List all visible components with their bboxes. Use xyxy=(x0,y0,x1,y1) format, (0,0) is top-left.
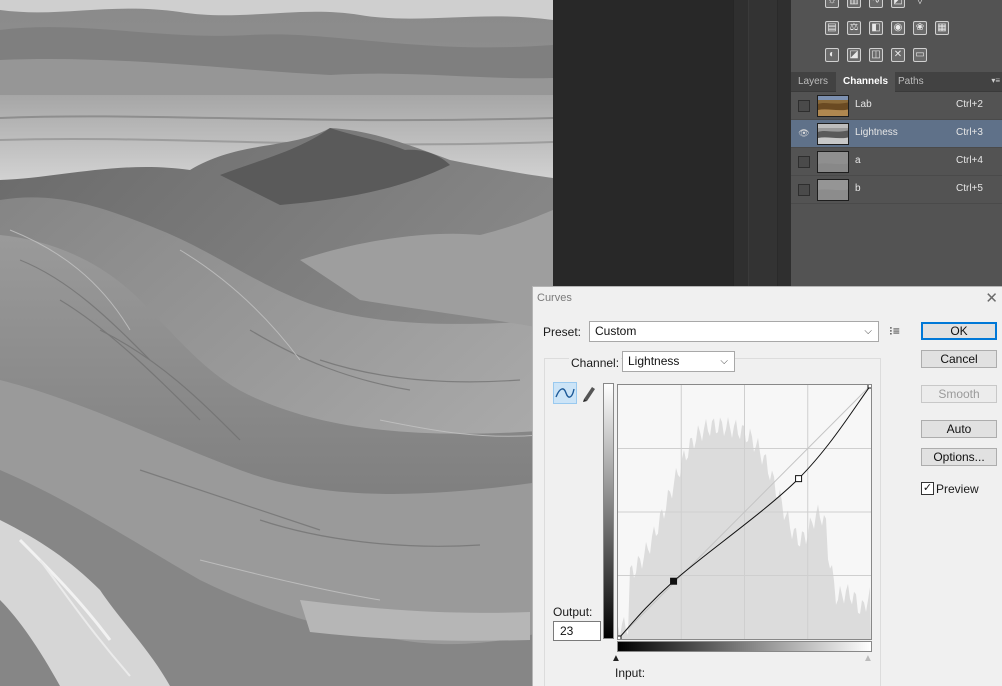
eye-icon[interactable]: 👁 xyxy=(798,128,810,140)
channel-shortcut: Ctrl+4 xyxy=(956,155,983,166)
pencil-icon[interactable] xyxy=(581,384,597,402)
curve-point-tool-icon[interactable] xyxy=(553,382,577,404)
channel-row-b[interactable]: b Ctrl+5 xyxy=(791,176,1002,204)
channel-shortcut: Ctrl+5 xyxy=(956,183,983,194)
channel-row-a[interactable]: a Ctrl+4 xyxy=(791,148,1002,176)
curve-point xyxy=(618,635,622,639)
output-gradient-bar xyxy=(603,383,614,639)
preset-select[interactable]: Custom ⌵ xyxy=(589,321,879,342)
channel-label: Channel: xyxy=(569,356,622,370)
vibrance-icon[interactable]: ▽ xyxy=(913,0,927,8)
threshold-icon[interactable]: ◫ xyxy=(869,48,883,62)
close-icon[interactable]: ✕ xyxy=(985,289,998,307)
output-value: 23 xyxy=(560,624,574,638)
preview-label: Preview xyxy=(936,482,979,496)
output-field[interactable]: 23 xyxy=(553,621,601,641)
smooth-button[interactable]: Smooth xyxy=(921,385,997,403)
cancel-button[interactable]: Cancel xyxy=(921,350,997,368)
panel-tabs: Layers Channels Paths ▾≡ xyxy=(791,72,1002,92)
options-button[interactable]: Options... xyxy=(921,448,997,466)
curve-point xyxy=(867,385,871,389)
color-balance-icon[interactable]: ⚖ xyxy=(847,21,861,35)
curves-graph-svg[interactable] xyxy=(618,385,871,639)
black-point-slider-icon[interactable]: ▲ xyxy=(611,653,621,664)
output-label: Output: xyxy=(553,605,593,619)
photoshop-workspace: ☼ ▥ ∿ ◩ ▽ ▤ ⚖ ◧ ◉ ❀ ▦ ◐ ◪ ◫ ✕ ▭ Layers C… xyxy=(0,0,1002,686)
posterize-icon[interactable]: ◪ xyxy=(847,48,861,62)
curve-point xyxy=(795,475,803,483)
input-gradient-bar xyxy=(617,641,872,652)
channel-row-lab[interactable]: Lab Ctrl+2 xyxy=(791,92,1002,120)
channel-shortcut: Ctrl+2 xyxy=(956,99,983,110)
visibility-toggle[interactable] xyxy=(798,184,810,196)
black-white-icon[interactable]: ◧ xyxy=(869,21,883,35)
dialog-title: Curves xyxy=(537,292,572,304)
visibility-toggle[interactable] xyxy=(798,156,810,168)
hue-saturation-icon[interactable]: ▤ xyxy=(825,21,839,35)
mountain-photo xyxy=(0,0,553,686)
levels-icon[interactable]: ▥ xyxy=(847,0,861,8)
channel-value: Lightness xyxy=(628,354,680,368)
curves-dialog: Curves ✕ Preset: Custom ⌵ ⁝≡ Channel: Li… xyxy=(532,286,1002,686)
channels-panel: Layers Channels Paths ▾≡ Lab Ctrl+2 👁 Li… xyxy=(791,72,1002,290)
preset-options-icon[interactable]: ⁝≡ xyxy=(889,324,900,338)
channel-thumbnail xyxy=(817,123,849,145)
preview-checkbox[interactable]: ✓ xyxy=(921,482,934,495)
preset-value: Custom xyxy=(595,324,637,338)
image-canvas[interactable] xyxy=(0,0,553,686)
curves-graph[interactable] xyxy=(617,384,872,640)
ok-button[interactable]: OK xyxy=(921,322,997,340)
channel-mixer-icon[interactable]: ❀ xyxy=(913,21,927,35)
tab-layers[interactable]: Layers xyxy=(791,72,835,92)
chevron-down-icon: ⌵ xyxy=(864,326,872,337)
panel-menu-icon[interactable]: ▾≡ xyxy=(991,76,1000,85)
white-point-slider-icon[interactable]: ▲ xyxy=(863,653,873,664)
channel-name: a xyxy=(855,155,861,166)
collapsed-panel-strip xyxy=(748,0,778,290)
tab-channels[interactable]: Channels xyxy=(836,72,896,92)
adjustments-panel: ☼ ▥ ∿ ◩ ▽ ▤ ⚖ ◧ ◉ ❀ ▦ ◐ ◪ ◫ ✕ ▭ xyxy=(791,0,1002,72)
chevron-down-icon: ⌵ xyxy=(720,356,728,367)
color-lookup-icon[interactable]: ▦ xyxy=(935,21,949,35)
channel-name: Lab xyxy=(855,99,872,110)
auto-button[interactable]: Auto xyxy=(921,420,997,438)
channel-thumbnail xyxy=(817,95,849,117)
channel-name: Lightness xyxy=(855,127,898,138)
curves-icon[interactable]: ∿ xyxy=(869,0,883,8)
input-label: Input: xyxy=(615,666,646,680)
invert-icon[interactable]: ◐ xyxy=(825,48,839,62)
panel-dock-divider xyxy=(733,0,791,290)
gradient-map-icon[interactable]: ▭ xyxy=(913,48,927,62)
tab-paths[interactable]: Paths xyxy=(891,72,931,92)
selected-curve-point xyxy=(670,577,678,585)
brightness-icon[interactable]: ☼ xyxy=(825,0,839,8)
channel-thumbnail xyxy=(817,151,849,173)
visibility-toggle[interactable] xyxy=(798,100,810,112)
selective-color-icon[interactable]: ✕ xyxy=(891,48,905,62)
channel-name: b xyxy=(855,183,861,194)
canvas-background xyxy=(553,0,733,290)
channel-thumbnail xyxy=(817,179,849,201)
channel-row-lightness[interactable]: 👁 Lightness Ctrl+3 xyxy=(791,120,1002,148)
channel-shortcut: Ctrl+3 xyxy=(956,127,983,138)
preset-label: Preset: xyxy=(543,325,582,339)
channel-select[interactable]: Lightness ⌵ xyxy=(622,351,735,372)
exposure-icon[interactable]: ◩ xyxy=(891,0,905,8)
photo-filter-icon[interactable]: ◉ xyxy=(891,21,905,35)
